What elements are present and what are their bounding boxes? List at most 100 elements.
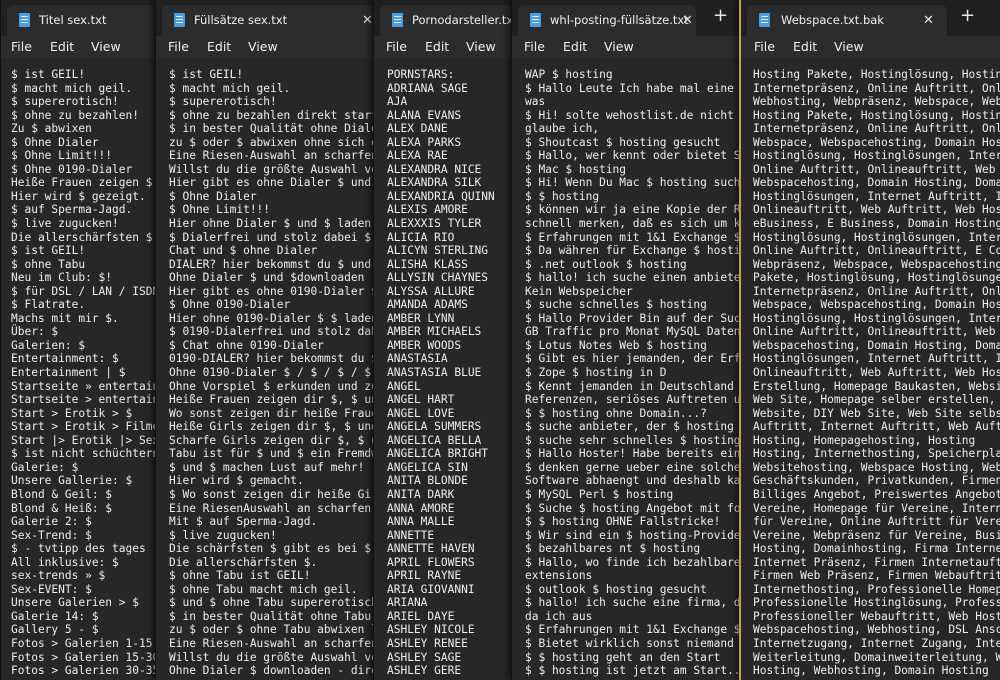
- menu-view[interactable]: View: [466, 39, 496, 54]
- text-line: Onlineauftritt, Web Auftritt, Web Hostin…: [753, 203, 1000, 217]
- notepad-window-pornodarsteller[interactable]: Pornodarsteller.txt File Edit View PORNS…: [373, 0, 519, 680]
- notepad-window-whl-posting[interactable]: whl-posting-füllsätze.txt ✕ + File Edit …: [511, 0, 746, 680]
- menu-file[interactable]: File: [754, 39, 775, 54]
- menu-edit[interactable]: Edit: [425, 39, 449, 54]
- text-line: Scharfe Girls zeigen dir $, $ und $: [169, 433, 386, 447]
- notepad-window-titel-sex[interactable]: Titel sex.txt File Edit View $ ist GEIL!…: [0, 0, 161, 680]
- text-line: Hosting, Domainhosting, Firma Internet: [753, 542, 1000, 556]
- tab-title: Füllsätze sex.txt: [194, 13, 288, 27]
- title-bar[interactable]: whl-posting-füllsätze.txt ✕ +: [512, 0, 746, 36]
- new-tab-icon[interactable]: +: [713, 5, 728, 26]
- text-line: Internetpräsenz, Online Auftritt, Online: [753, 81, 1000, 95]
- text-line: Hostinglösung, Hostinglösungen, Internet: [753, 230, 1000, 244]
- menu-edit[interactable]: Edit: [793, 39, 817, 54]
- text-line: $ Flatrate.: [11, 298, 86, 312]
- text-line: $ macht mich geil.: [11, 81, 133, 95]
- text-editor[interactable]: $ ist GEIL! $ macht mich geil. $ supererot…: [156, 58, 386, 680]
- text-content: Hosting Pakete, Hostinglösung, Hostinglö…: [753, 68, 1000, 678]
- text-line: Hostinglösungen, Internet Auftritt, Inte…: [753, 189, 1000, 203]
- text-line: Web Site, Homepage selber erstellen, Web: [753, 393, 1000, 407]
- text-editor[interactable]: WAP $ hosting $ Hallo Leute Ich habe mal …: [512, 58, 746, 680]
- notepad-window-webspace[interactable]: Webspace.txt.bak ✕ + File Edit View Host…: [739, 0, 1000, 680]
- text-editor[interactable]: PORNSTARS: ADRIANA SAGE AJA ALANA EVANS ALEX…: [374, 58, 519, 680]
- text-line: Fotos > Galerien 30-35: [11, 664, 160, 678]
- text-line: Vereine, Webpräsenz für Vereine, Busines…: [753, 528, 1000, 542]
- text-line: $ Ohne 0190-Dialer: [11, 162, 133, 176]
- text-line: $ Kennt jemanden in Deutschland einen: [525, 379, 746, 393]
- menu-file[interactable]: File: [11, 39, 32, 54]
- file-tab[interactable]: Titel sex.txt: [7, 5, 161, 36]
- text-line: Billiges Angebot, Preiswertes Angebot: [753, 487, 1000, 501]
- text-line: $ Ohne 0190-Dialer: [169, 298, 291, 312]
- text-line: Galerie: $: [11, 460, 79, 474]
- notepad-window-fuellsaetze-sex[interactable]: Füllsätze sex.txt ✕ File Edit View $ ist…: [155, 0, 386, 680]
- text-editor[interactable]: Hosting Pakete, Hostinglösung, Hostinglö…: [741, 58, 1000, 680]
- menu-file[interactable]: File: [524, 39, 545, 54]
- text-line: Webhosting, Webpräsenz, Webspace, Webspa…: [753, 95, 1000, 109]
- title-bar[interactable]: Füllsätze sex.txt ✕: [156, 0, 386, 36]
- menu-view[interactable]: View: [248, 39, 278, 54]
- text-line: $ ist GEIL!: [169, 68, 244, 81]
- text-line: Eine RiesenAuswahl an scharfen $: [169, 501, 385, 515]
- close-tab-icon[interactable]: ✕: [362, 13, 373, 28]
- text-line: $ - tvtipp des tages: [11, 542, 146, 556]
- title-bar[interactable]: Titel sex.txt: [1, 0, 161, 36]
- text-line: ASHLEY SAGE: [387, 650, 462, 664]
- file-tab[interactable]: Füllsätze sex.txt ✕: [162, 5, 386, 36]
- menu-bar: File Edit View: [374, 36, 519, 58]
- menu-view[interactable]: View: [91, 39, 121, 54]
- text-line: ALEXIS AMORE: [387, 203, 468, 217]
- text-content: $ ist GEIL! $ macht mich geil. $ supererot…: [169, 68, 386, 678]
- menu-view[interactable]: View: [834, 39, 864, 54]
- text-line: Sex-Trend: $: [11, 528, 92, 542]
- close-tab-icon[interactable]: ✕: [682, 13, 693, 28]
- tab-title: Pornodarsteller.txt: [412, 13, 518, 27]
- menu-view[interactable]: View: [604, 39, 634, 54]
- text-line: ASHLEY GERE: [387, 664, 462, 678]
- text-content: $ ist GEIL! $ macht mich geil. $ supererot…: [11, 68, 161, 678]
- text-line: Heiße Frauen zeigen dir $, $ und $: [169, 393, 386, 407]
- text-line: Onlineauftritt, Web Auftritt, Web Hostin…: [753, 366, 1000, 380]
- title-bar[interactable]: Webspace.txt.bak ✕ +: [741, 0, 1000, 36]
- menu-edit[interactable]: Edit: [50, 39, 74, 54]
- text-line: ANGEL HART: [387, 393, 455, 407]
- text-line: ADRIANA SAGE: [387, 81, 468, 95]
- text-line: Internetzugang, Internet Zugang, Interne…: [753, 636, 1000, 650]
- text-line: ARIANA: [387, 596, 428, 610]
- text-line: Ohne Dialer $ und $downloaden - direkt: [169, 271, 386, 285]
- text-line: Willst du die größte Auswahl von $: [169, 650, 386, 664]
- text-line: Fotos > Galerien 15-30: [11, 650, 160, 664]
- text-line: Entertainment: $: [11, 352, 119, 366]
- text-line: $ und $ machen Lust auf mehr!: [169, 460, 365, 474]
- text-line: $ ist GEIL!: [11, 244, 86, 258]
- text-line: ARIA GIOVANNI: [387, 582, 475, 596]
- text-line: Über: $: [11, 325, 59, 339]
- text-line: GB Traffic pro Monat MySQL Datenbank: [525, 325, 746, 339]
- menu-file[interactable]: File: [386, 39, 407, 54]
- text-line: $ outlook $ hosting gesucht: [525, 582, 707, 596]
- tab-title: Titel sex.txt: [39, 13, 107, 27]
- file-tab[interactable]: whl-posting-füllsätze.txt ✕: [518, 5, 696, 36]
- text-line: Ohne Vorspiel $ erkunden und zu $: [169, 379, 386, 393]
- notepad-file-icon: [19, 13, 30, 27]
- text-line: Startseite > entertainment: [11, 393, 161, 407]
- text-line: ANNA MALLE: [387, 515, 455, 529]
- text-line: $ können wir ja eine Kopie der Recherche: [525, 203, 746, 217]
- text-editor[interactable]: $ ist GEIL! $ macht mich geil. $ supererot…: [1, 58, 161, 680]
- text-line: $ Ohne Limit!!!: [11, 149, 113, 163]
- menu-edit[interactable]: Edit: [207, 39, 231, 54]
- file-tab[interactable]: Webspace.txt.bak ✕: [747, 5, 947, 36]
- text-line: Online Auftritt, Onlineauftritt, Web Auf…: [753, 325, 996, 339]
- text-line: $ Hi! Wenn Du Mac $ hosting suchst: [525, 176, 746, 190]
- menu-edit[interactable]: Edit: [563, 39, 587, 54]
- text-line: Webspacehosting, Domain Hosting, Domain: [753, 338, 1000, 352]
- text-line: $ denken gerne ueber eine solche Erweite…: [525, 460, 741, 474]
- text-line: glaube ich,: [525, 122, 600, 136]
- text-line: ALYSSA ALLURE: [387, 284, 475, 298]
- title-bar[interactable]: Pornodarsteller.txt: [374, 0, 519, 36]
- close-tab-icon[interactable]: ✕: [923, 13, 934, 28]
- text-line: Internetpräsenz, Online Auftritt, Online: [753, 284, 1000, 298]
- menu-file[interactable]: File: [168, 39, 189, 54]
- new-tab-icon[interactable]: +: [960, 5, 975, 26]
- file-tab[interactable]: Pornodarsteller.txt: [380, 5, 519, 36]
